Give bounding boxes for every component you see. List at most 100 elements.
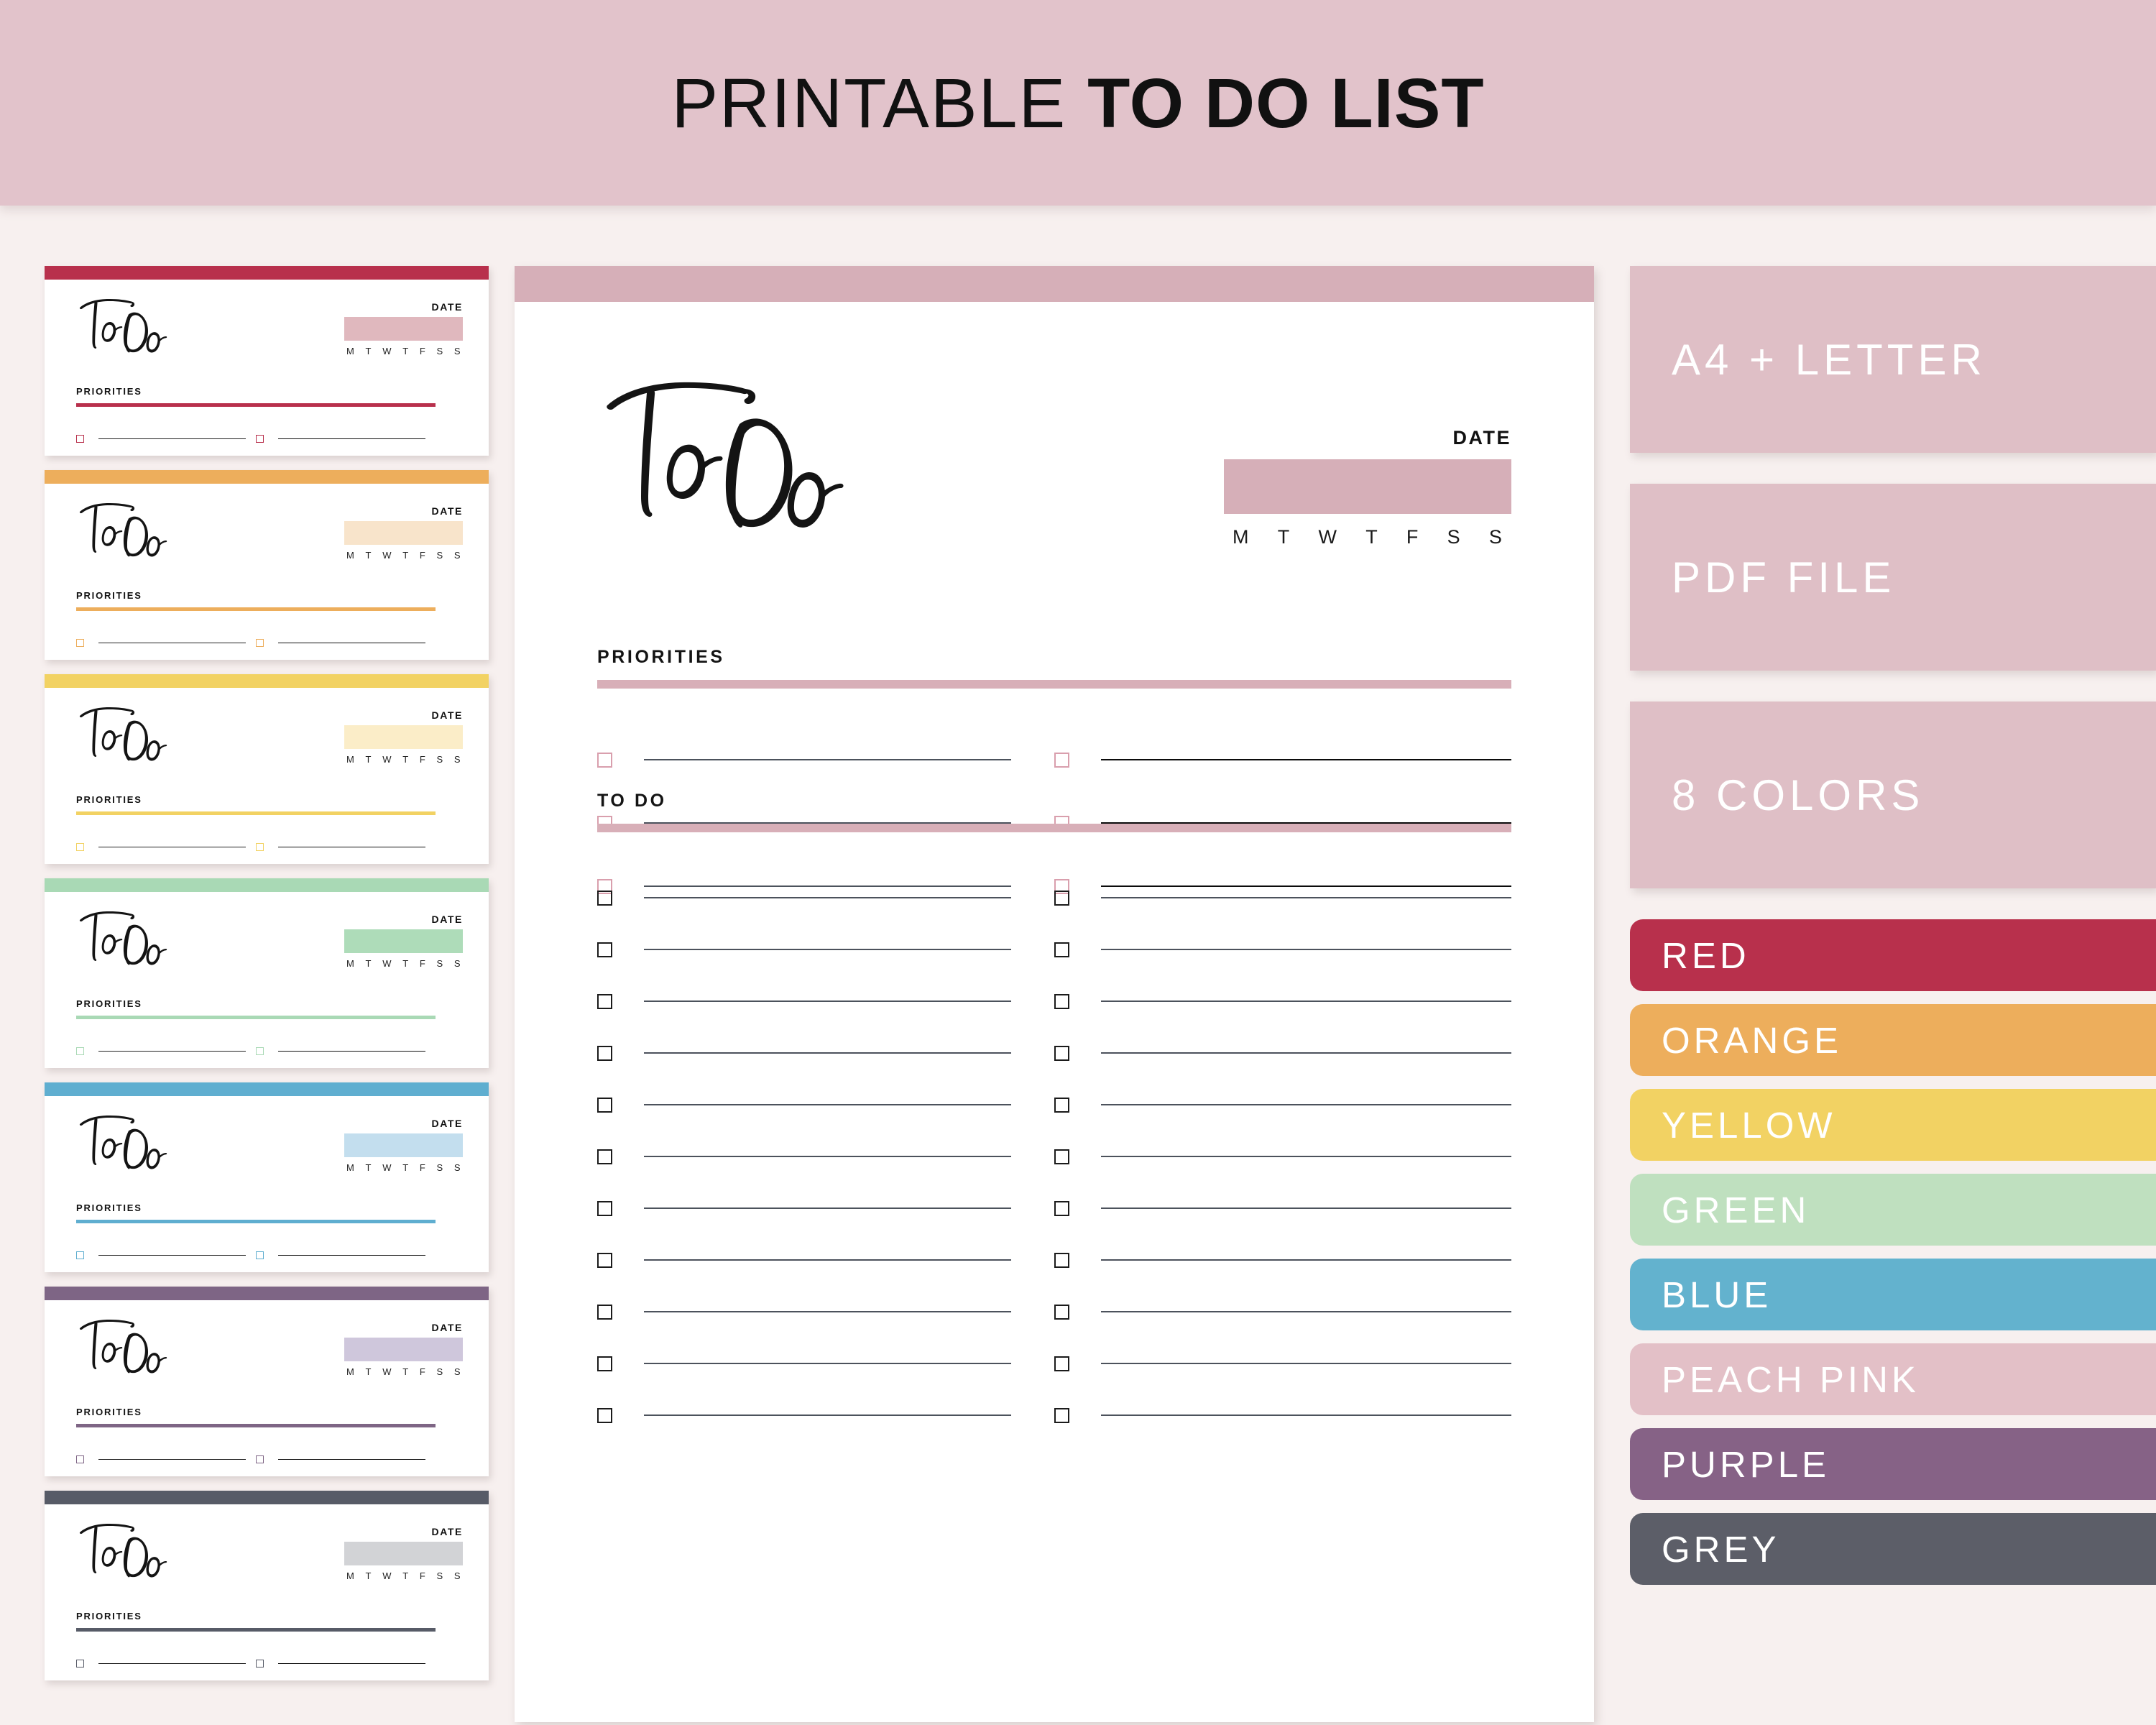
task-checkbox[interactable] [1054, 993, 1069, 1009]
task-write-line[interactable] [98, 1050, 246, 1052]
task-checkbox[interactable] [1054, 1097, 1069, 1113]
task-write-line[interactable] [1101, 1000, 1511, 1003]
task-checkbox[interactable] [1054, 1407, 1069, 1423]
task-write-line[interactable] [1101, 1362, 1511, 1365]
task-checkbox[interactable] [597, 1045, 612, 1061]
task-checkbox[interactable] [597, 1200, 612, 1216]
task-checkbox[interactable] [597, 752, 612, 768]
task-checkbox[interactable] [1054, 1045, 1069, 1061]
task-write-line[interactable] [98, 846, 246, 848]
task-checkbox[interactable] [1054, 942, 1069, 957]
task-checkbox[interactable] [256, 843, 264, 851]
task-write-line[interactable] [644, 896, 1011, 899]
task-write-line[interactable] [644, 1103, 1011, 1106]
task-checkbox[interactable] [597, 1252, 612, 1268]
task-checkbox[interactable] [597, 993, 612, 1009]
task-checkbox[interactable] [1054, 1252, 1069, 1268]
task-checkbox[interactable] [1054, 1304, 1069, 1320]
task-checkbox[interactable] [597, 1097, 612, 1113]
task-checkbox[interactable] [1054, 1200, 1069, 1216]
task-checkbox[interactable] [256, 435, 264, 443]
main-page-preview[interactable]: DATE M T W T F S S PRIORITIES TO DO [515, 266, 1594, 1722]
task-write-line[interactable] [98, 438, 246, 440]
task-write-line[interactable] [1101, 1103, 1511, 1106]
date-input-box[interactable] [344, 1542, 463, 1565]
task-checkbox[interactable] [256, 1251, 264, 1259]
task-write-line[interactable] [1101, 758, 1511, 761]
task-write-line[interactable] [1101, 1207, 1511, 1210]
task-write-line[interactable] [1101, 948, 1511, 951]
date-input-box[interactable] [344, 521, 463, 545]
task-write-line[interactable] [644, 1310, 1011, 1313]
task-checkbox[interactable] [1054, 890, 1069, 906]
date-input-box[interactable] [344, 725, 463, 749]
task-checkbox[interactable] [76, 1251, 84, 1259]
task-checkbox[interactable] [1054, 752, 1069, 768]
task-write-line[interactable] [1101, 1259, 1511, 1261]
task-write-line[interactable] [644, 1155, 1011, 1158]
date-input-box[interactable] [344, 1133, 463, 1157]
thumbnail-card-red[interactable]: DATE M T W T F S S PRIORITIES [45, 266, 489, 456]
task-checkbox[interactable] [597, 890, 612, 906]
task-checkbox[interactable] [256, 639, 264, 647]
thumbnail-card-orange[interactable]: DATE M T W T F S S PRIORITIES [45, 470, 489, 660]
task-write-line[interactable] [98, 642, 246, 644]
thumbnail-card-yellow[interactable]: DATE M T W T F S S PRIORITIES [45, 674, 489, 864]
task-write-line[interactable] [1101, 1414, 1511, 1417]
task-checkbox[interactable] [1054, 1356, 1069, 1371]
thumbnail-card-green[interactable]: DATE M T W T F S S PRIORITIES [45, 878, 489, 1068]
task-write-line[interactable] [644, 1207, 1011, 1210]
task-write-line[interactable] [644, 1362, 1011, 1365]
color-swatch-green[interactable]: GREEN [1630, 1174, 2156, 1246]
task-checkbox[interactable] [597, 1356, 612, 1371]
task-write-line[interactable] [644, 1259, 1011, 1261]
task-write-line[interactable] [644, 1000, 1011, 1003]
task-checkbox[interactable] [597, 1407, 612, 1423]
task-checkbox[interactable] [76, 1660, 84, 1668]
date-input-box[interactable] [344, 1338, 463, 1361]
task-write-line[interactable] [1101, 1052, 1511, 1054]
task-write-line[interactable] [644, 758, 1011, 761]
task-checkbox[interactable] [597, 1304, 612, 1320]
task-write-line[interactable] [278, 1050, 425, 1052]
date-input-box[interactable] [344, 929, 463, 953]
color-swatch-peach-pink[interactable]: PEACH PINK [1630, 1343, 2156, 1415]
thumbnail-card-grey[interactable]: DATE M T W T F S S PRIORITIES [45, 1491, 489, 1680]
color-swatch-orange[interactable]: ORANGE [1630, 1004, 2156, 1076]
task-write-line[interactable] [278, 846, 425, 848]
task-write-line[interactable] [1101, 1310, 1511, 1313]
task-write-line[interactable] [1101, 1155, 1511, 1158]
task-checkbox[interactable] [76, 1047, 84, 1055]
task-checkbox[interactable] [76, 639, 84, 647]
task-write-line[interactable] [278, 1662, 425, 1665]
task-write-line[interactable] [98, 1662, 246, 1665]
date-input-box[interactable] [344, 317, 463, 341]
task-write-line[interactable] [644, 948, 1011, 951]
task-checkbox[interactable] [1054, 1149, 1069, 1164]
thumbnail-card-purple[interactable]: DATE M T W T F S S PRIORITIES [45, 1287, 489, 1476]
task-checkbox[interactable] [76, 435, 84, 443]
task-checkbox[interactable] [76, 843, 84, 851]
task-write-line[interactable] [278, 642, 425, 644]
color-swatch-yellow[interactable]: YELLOW [1630, 1089, 2156, 1161]
task-write-line[interactable] [1101, 896, 1511, 899]
task-write-line[interactable] [644, 1414, 1011, 1417]
task-checkbox[interactable] [76, 1455, 84, 1463]
task-write-line[interactable] [98, 1254, 246, 1256]
task-checkbox[interactable] [256, 1047, 264, 1055]
task-write-line[interactable] [278, 1254, 425, 1256]
task-checkbox[interactable] [597, 1149, 612, 1164]
task-write-line[interactable] [644, 1052, 1011, 1054]
color-swatch-red[interactable]: RED [1630, 919, 2156, 991]
color-swatch-grey[interactable]: GREY [1630, 1513, 2156, 1585]
thumbnail-card-blue[interactable]: DATE M T W T F S S PRIORITIES [45, 1082, 489, 1272]
color-swatch-blue[interactable]: BLUE [1630, 1259, 2156, 1330]
task-checkbox[interactable] [597, 942, 612, 957]
task-write-line[interactable] [278, 1458, 425, 1460]
task-write-line[interactable] [98, 1458, 246, 1460]
color-swatch-purple[interactable]: PURPLE [1630, 1428, 2156, 1500]
task-write-line[interactable] [278, 438, 425, 440]
date-input-box[interactable] [1224, 459, 1511, 514]
task-checkbox[interactable] [256, 1455, 264, 1463]
task-checkbox[interactable] [256, 1660, 264, 1668]
